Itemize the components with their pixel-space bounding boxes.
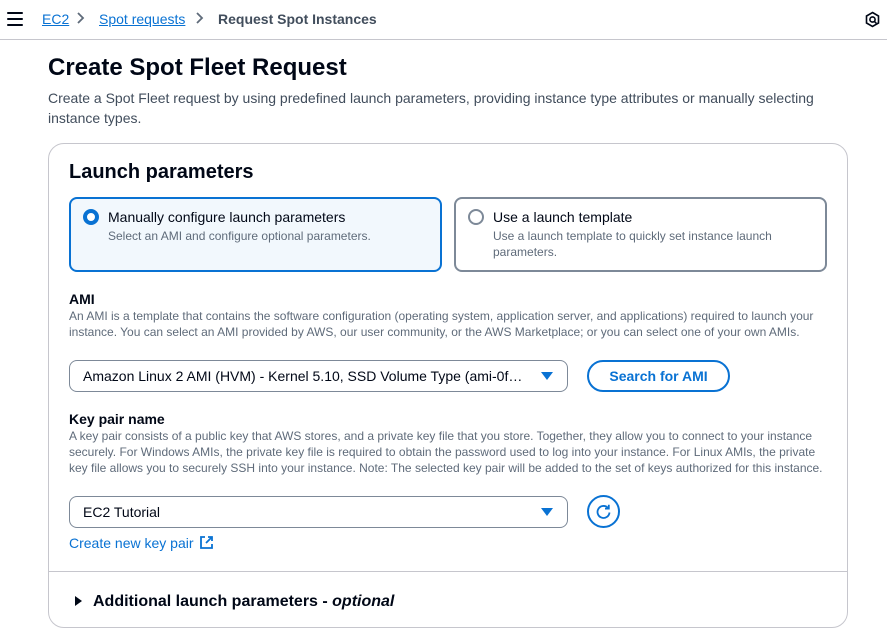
key-pair-select-value: EC2 Tutorial [83,504,161,520]
breadcrumb-current-page: Request Spot Instances [218,11,377,27]
expander-label: Additional launch parameters - optional [93,593,395,610]
launch-parameters-panel: Launch parameters Manually configure lau… [48,143,848,628]
panel-title: Launch parameters [69,161,254,183]
ami-select[interactable]: Amazon Linux 2 AMI (HVM) - Kernel 5.10, … [69,360,568,392]
page-title: Create Spot Fleet Request [48,54,347,81]
create-new-key-pair-link[interactable]: Create new key pair [69,534,194,552]
key-pair-select[interactable]: EC2 Tutorial [69,496,568,528]
key-pair-label: Key pair name [69,411,165,427]
ami-select-value: Amazon Linux 2 AMI (HVM) - Kernel 5.10, … [83,368,523,384]
tile-manual-launch-parameters[interactable]: Manually configure launch parameters Sel… [69,197,442,272]
top-navigation-bar: EC2 Spot requests Request Spot Instances [0,0,887,40]
tile-label: Manually configure launch parameters [108,209,346,225]
refresh-key-pairs-button[interactable] [587,495,620,528]
hamburger-menu-icon[interactable] [7,12,23,26]
key-pair-description: A key pair consists of a public key that… [69,429,823,475]
chevron-right-icon [195,10,205,29]
ami-label: AMI [69,291,95,307]
caret-down-icon [541,508,553,516]
tile-description: Select an AMI and configure optional par… [108,229,371,243]
tile-label: Use a launch template [493,209,633,225]
page-description: Create a Spot Fleet request by using pre… [48,90,814,126]
ami-description: An AMI is a template that contains the s… [69,309,814,339]
chevron-right-icon [76,10,86,29]
radio-selected-icon[interactable] [83,209,99,225]
tile-description: Use a launch template to quickly set ins… [493,229,772,259]
help-panel-icon[interactable] [864,11,881,28]
caret-right-icon [75,596,82,606]
external-link-icon[interactable] [199,535,214,550]
radio-unselected-icon[interactable] [468,209,484,225]
optional-label: optional [332,593,395,610]
divider [49,571,847,572]
breadcrumb-ec2[interactable]: EC2 [42,10,69,28]
caret-down-icon [541,372,553,380]
search-for-ami-button[interactable]: Search for AMI [587,360,730,392]
tile-launch-template[interactable]: Use a launch template Use a launch templ… [454,197,827,272]
breadcrumb-spot-requests[interactable]: Spot requests [99,10,185,28]
